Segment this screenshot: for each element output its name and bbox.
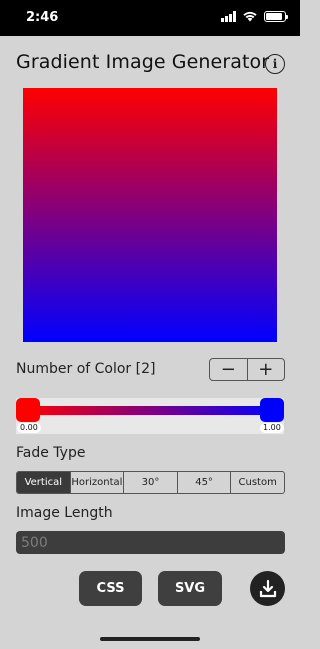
info-icon: i xyxy=(272,57,278,71)
increment-button[interactable]: + xyxy=(248,359,285,380)
status-bar: 2:46 xyxy=(0,0,300,36)
color-stop-value-1: 0.00 xyxy=(17,423,41,433)
fade-option-vertical[interactable]: Vertical xyxy=(17,472,71,493)
color-stop-handle-2[interactable] xyxy=(260,398,284,422)
color-stop-handle-1[interactable] xyxy=(16,398,40,422)
info-button[interactable]: i xyxy=(265,54,285,74)
status-time: 2:46 xyxy=(26,10,59,25)
gradient-preview xyxy=(23,88,277,342)
battery-icon xyxy=(264,11,288,22)
color-stop-value-2: 1.00 xyxy=(260,423,284,433)
number-of-color-label: Number of Color [2] xyxy=(16,361,156,377)
status-icons xyxy=(221,11,288,22)
wifi-icon xyxy=(243,11,257,22)
css-button[interactable]: CSS xyxy=(79,571,142,606)
download-button[interactable] xyxy=(250,571,285,606)
page-title: Gradient Image Generator xyxy=(16,51,270,73)
gradient-bar xyxy=(22,406,278,415)
fade-option-horizontal[interactable]: Horizontal xyxy=(71,472,125,493)
image-length-input[interactable] xyxy=(16,531,285,554)
decrement-button[interactable]: − xyxy=(210,359,248,380)
fade-option-45[interactable]: 45° xyxy=(178,472,232,493)
fade-option-30[interactable]: 30° xyxy=(124,472,178,493)
color-count-stepper[interactable]: − + xyxy=(209,358,285,381)
color-stop-slider[interactable] xyxy=(16,398,284,434)
download-icon xyxy=(259,579,276,597)
fade-type-selector[interactable]: Vertical Horizontal 30° 45° Custom xyxy=(16,471,285,494)
home-indicator xyxy=(100,637,200,641)
fade-type-label: Fade Type xyxy=(16,445,86,461)
fade-option-custom[interactable]: Custom xyxy=(231,472,284,493)
image-length-label: Image Length xyxy=(16,505,113,521)
cellular-signal-icon xyxy=(221,11,236,22)
svg-button[interactable]: SVG xyxy=(158,571,222,606)
